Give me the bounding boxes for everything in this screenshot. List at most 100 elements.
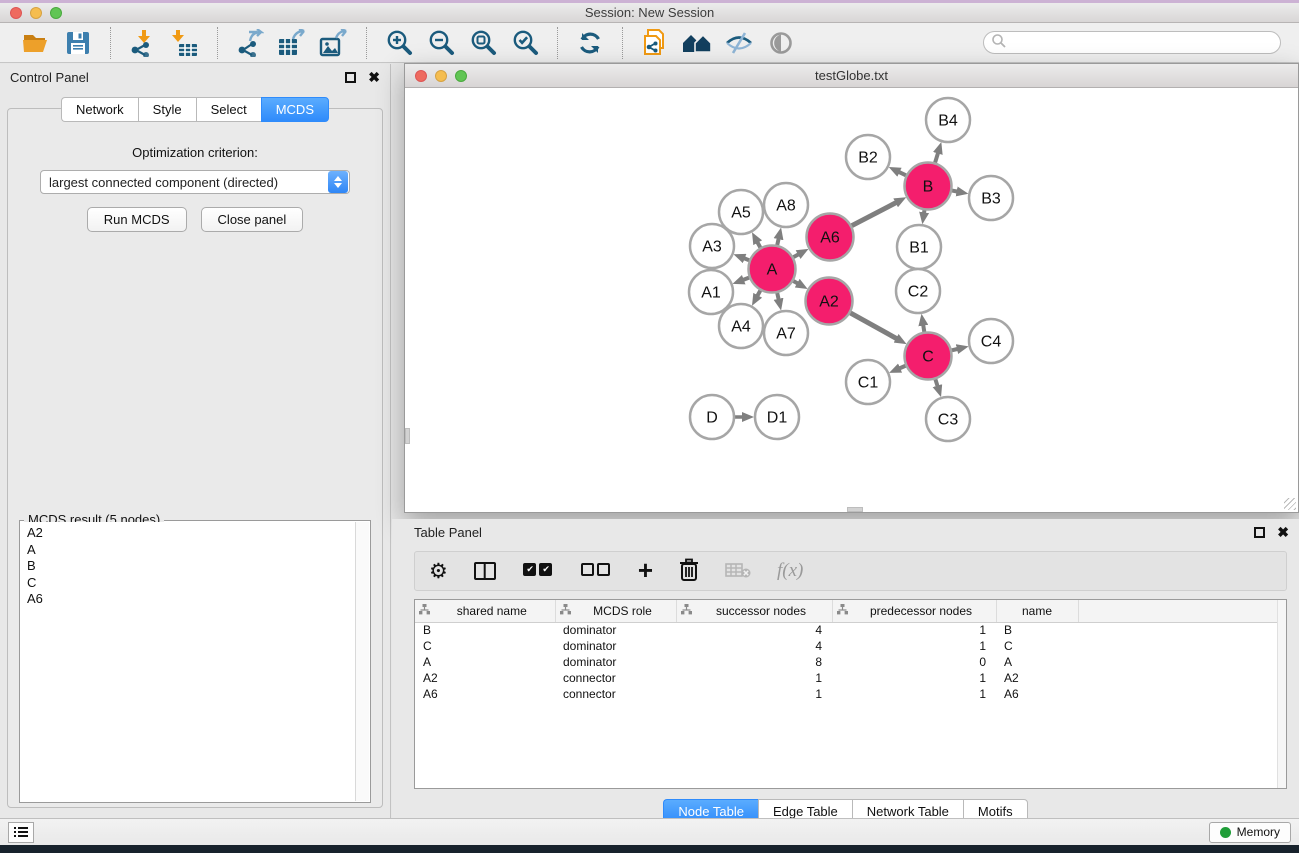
run-mcds-button[interactable]: Run MCDS bbox=[87, 207, 187, 232]
edge-C-C3[interactable] bbox=[935, 379, 937, 386]
export-table-button[interactable] bbox=[276, 27, 308, 59]
mcds-result-item[interactable]: C bbox=[27, 575, 349, 592]
table-row[interactable]: Cdominator41C bbox=[415, 638, 1286, 654]
table-row[interactable]: A2connector11A2 bbox=[415, 670, 1286, 686]
mcds-result-item[interactable]: B bbox=[27, 558, 349, 575]
edge-A-A7[interactable] bbox=[777, 293, 778, 300]
cell-name[interactable]: A6 bbox=[996, 686, 1078, 702]
float-panel-icon[interactable] bbox=[345, 72, 356, 83]
refresh-button[interactable] bbox=[574, 27, 606, 59]
cell-shared-name[interactable]: B bbox=[415, 622, 555, 638]
deselect-all-rows-button[interactable] bbox=[580, 556, 612, 586]
home-networks-button[interactable] bbox=[681, 27, 713, 59]
zoom-in-button[interactable] bbox=[383, 27, 415, 59]
cell-filler[interactable] bbox=[1078, 622, 1286, 638]
table-scrollbar[interactable] bbox=[1277, 600, 1286, 788]
float-table-panel-icon[interactable] bbox=[1254, 527, 1265, 538]
search-input[interactable] bbox=[983, 31, 1281, 54]
zoom-fit-button[interactable] bbox=[467, 27, 499, 59]
zoom-out-button[interactable] bbox=[425, 27, 457, 59]
app-titlebar[interactable]: Session: New Session bbox=[0, 3, 1299, 23]
open-session-button[interactable] bbox=[20, 27, 52, 59]
node-B2[interactable]: B2 bbox=[846, 135, 890, 179]
network-canvas[interactable]: B4B2BB3A8A5A6A3B1AC2A1A2A4A7C4CC1DD1C3 bbox=[405, 88, 1298, 512]
select-all-rows-button[interactable] bbox=[522, 556, 554, 586]
zoom-selected-button[interactable] bbox=[509, 27, 541, 59]
edge-B-B2[interactable] bbox=[899, 172, 906, 176]
edge-A-A5[interactable] bbox=[757, 242, 760, 248]
edge-A6-B[interactable] bbox=[852, 202, 897, 225]
function-builder-button[interactable]: f(x) bbox=[777, 556, 803, 586]
column-header-MCDS-role[interactable]: MCDS role bbox=[555, 600, 676, 622]
cell-successor-nodes[interactable]: 8 bbox=[676, 654, 832, 670]
export-image-button[interactable] bbox=[318, 27, 350, 59]
cell-filler[interactable] bbox=[1078, 638, 1286, 654]
show-columns-button[interactable] bbox=[474, 556, 496, 586]
node-D1[interactable]: D1 bbox=[755, 395, 799, 439]
edge-C-C2[interactable] bbox=[923, 325, 924, 332]
show-eye-button[interactable] bbox=[765, 27, 797, 59]
node-A[interactable]: A bbox=[749, 246, 796, 293]
cell-name[interactable]: A bbox=[996, 654, 1078, 670]
memory-button[interactable]: Memory bbox=[1209, 822, 1291, 843]
cell-successor-nodes[interactable]: 1 bbox=[676, 686, 832, 702]
column-header-successor-nodes[interactable]: successor nodes bbox=[676, 600, 832, 622]
node-C1[interactable]: C1 bbox=[846, 360, 890, 404]
node-A4[interactable]: A4 bbox=[719, 304, 763, 348]
delete-table-button[interactable] bbox=[725, 556, 751, 586]
tab-select[interactable]: Select bbox=[196, 97, 261, 122]
canvas-vertical-scroll-thumb[interactable] bbox=[405, 428, 410, 444]
edge-B-B4[interactable] bbox=[935, 153, 938, 163]
cell-name[interactable]: A2 bbox=[996, 670, 1078, 686]
table-row[interactable]: Adominator80A bbox=[415, 654, 1286, 670]
node-C2[interactable]: C2 bbox=[896, 269, 940, 313]
node-C4[interactable]: C4 bbox=[969, 319, 1013, 363]
cell-MCDS-role[interactable]: dominator bbox=[555, 654, 676, 670]
cell-predecessor-nodes[interactable]: 1 bbox=[832, 622, 996, 638]
cell-predecessor-nodes[interactable]: 0 bbox=[832, 654, 996, 670]
close-table-panel-icon[interactable]: ✖ bbox=[1277, 525, 1289, 539]
tab-network[interactable]: Network bbox=[61, 97, 138, 122]
network-window-titlebar[interactable]: testGlobe.txt bbox=[405, 64, 1298, 88]
close-panel-icon[interactable]: ✖ bbox=[368, 70, 380, 84]
node-A2[interactable]: A2 bbox=[806, 278, 853, 325]
import-table-button[interactable] bbox=[169, 27, 201, 59]
hide-eye-button[interactable] bbox=[723, 27, 755, 59]
node-B3[interactable]: B3 bbox=[969, 176, 1013, 220]
cell-MCDS-role[interactable]: connector bbox=[555, 670, 676, 686]
edge-A-A8[interactable] bbox=[777, 238, 778, 245]
node-C3[interactable]: C3 bbox=[926, 397, 970, 441]
node-D[interactable]: D bbox=[690, 395, 734, 439]
table-row[interactable]: A6connector11A6 bbox=[415, 686, 1286, 702]
canvas-horizontal-scroll-thumb[interactable] bbox=[847, 507, 863, 512]
cell-successor-nodes[interactable]: 1 bbox=[676, 670, 832, 686]
node-A6[interactable]: A6 bbox=[807, 214, 854, 261]
column-header-name[interactable]: name bbox=[996, 600, 1078, 622]
cell-shared-name[interactable]: A6 bbox=[415, 686, 555, 702]
cell-MCDS-role[interactable]: dominator bbox=[555, 622, 676, 638]
window-resize-grip[interactable] bbox=[1284, 498, 1296, 510]
cell-successor-nodes[interactable]: 4 bbox=[676, 622, 832, 638]
node-A1[interactable]: A1 bbox=[689, 270, 733, 314]
close-panel-button[interactable]: Close panel bbox=[201, 207, 304, 232]
tab-mcds[interactable]: MCDS bbox=[261, 97, 329, 122]
task-history-button[interactable] bbox=[8, 822, 34, 843]
edge-A-A4[interactable] bbox=[757, 291, 760, 297]
table-settings-button[interactable]: ⚙ bbox=[429, 556, 448, 586]
export-network-button[interactable] bbox=[234, 27, 266, 59]
edge-C-C1[interactable] bbox=[899, 366, 905, 369]
mcds-result-item[interactable]: A6 bbox=[27, 591, 349, 608]
duplicate-network-button[interactable] bbox=[639, 27, 671, 59]
tab-style[interactable]: Style bbox=[138, 97, 196, 122]
node-B[interactable]: B bbox=[905, 163, 952, 210]
mcds-result-item[interactable]: A bbox=[27, 542, 349, 559]
edge-B-B3[interactable] bbox=[952, 191, 958, 192]
node-B4[interactable]: B4 bbox=[926, 98, 970, 142]
cell-shared-name[interactable]: A2 bbox=[415, 670, 555, 686]
import-network-button[interactable] bbox=[127, 27, 159, 59]
mcds-list-scrollbar[interactable] bbox=[355, 522, 369, 801]
cell-predecessor-nodes[interactable]: 1 bbox=[832, 686, 996, 702]
cell-name[interactable]: B bbox=[996, 622, 1078, 638]
column-header-predecessor-nodes[interactable]: predecessor nodes bbox=[832, 600, 996, 622]
save-session-button[interactable] bbox=[62, 27, 94, 59]
